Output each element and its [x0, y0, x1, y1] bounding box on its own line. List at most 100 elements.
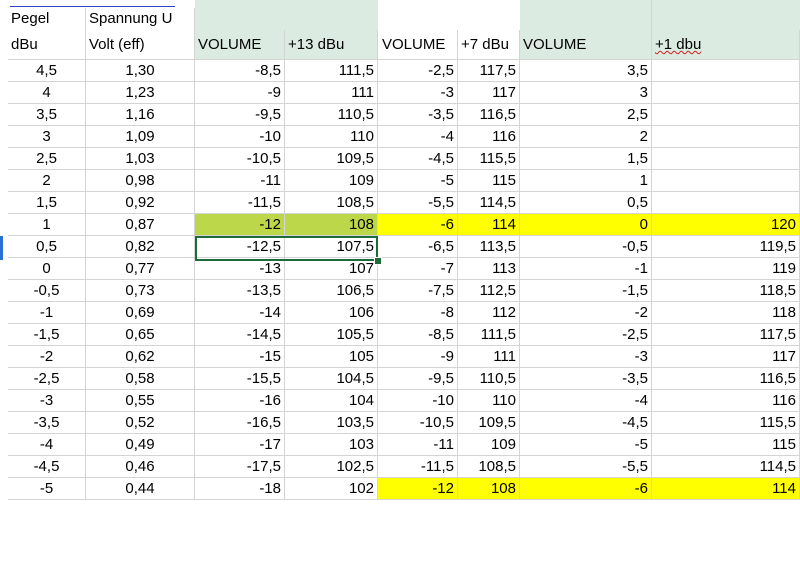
cell-volume-1[interactable]: -2,5 [520, 324, 652, 346]
cell-volume-1[interactable]: -3,5 [520, 368, 652, 390]
cell-plus1[interactable]: 115,5 [652, 412, 800, 434]
cell-spannung[interactable]: 0,92 [86, 192, 195, 214]
cell-volume-1[interactable]: -4,5 [520, 412, 652, 434]
cell-plus13[interactable]: 109 [285, 170, 378, 192]
cell-plus1[interactable]: 118 [652, 302, 800, 324]
cell-pegel[interactable]: 0 [8, 258, 86, 280]
cell-volume-13[interactable]: -18 [195, 478, 285, 500]
cell-volume-13[interactable]: -10,5 [195, 148, 285, 170]
cell-volume-1[interactable]: -5,5 [520, 456, 652, 478]
cell-volume-7[interactable]: -3,5 [378, 104, 458, 126]
cell-plus13[interactable]: 104 [285, 390, 378, 412]
cell-volume-1[interactable]: 3 [520, 82, 652, 104]
cell-plus13[interactable]: 103,5 [285, 412, 378, 434]
cell-plus7[interactable]: 109,5 [458, 412, 520, 434]
cell-plus7[interactable]: 115 [458, 170, 520, 192]
cell-volume-13[interactable]: -12 [195, 214, 285, 236]
cell-volume-1[interactable]: 1,5 [520, 148, 652, 170]
cell-plus1[interactable] [652, 192, 800, 214]
cell-volume-7[interactable]: -9 [378, 346, 458, 368]
cell-volume-13[interactable]: -15,5 [195, 368, 285, 390]
cell-plus13[interactable]: 106,5 [285, 280, 378, 302]
cell-pegel[interactable]: 4,5 [8, 60, 86, 82]
cell-pegel[interactable]: -1 [8, 302, 86, 324]
cell-spannung[interactable]: 1,16 [86, 104, 195, 126]
cell-volume-1[interactable]: 1 [520, 170, 652, 192]
cell-pegel[interactable]: 4 [8, 82, 86, 104]
cell-volume-1[interactable]: 3,5 [520, 60, 652, 82]
cell-pegel[interactable]: -3,5 [8, 412, 86, 434]
cell-volume-7[interactable]: -10,5 [378, 412, 458, 434]
cell-plus7[interactable]: 112,5 [458, 280, 520, 302]
cell-volume-7[interactable]: -8 [378, 302, 458, 324]
cell-volume-1[interactable]: -4 [520, 390, 652, 412]
header-plus13[interactable]: +13 dBu [285, 30, 378, 60]
cell-plus1[interactable]: 116 [652, 390, 800, 412]
cell-plus7[interactable]: 111,5 [458, 324, 520, 346]
cell-plus13[interactable]: 108 [285, 214, 378, 236]
cell-spannung[interactable]: 0,69 [86, 302, 195, 324]
cell-spannung[interactable]: 1,23 [86, 82, 195, 104]
cell-volume-7[interactable]: -9,5 [378, 368, 458, 390]
cell-spannung[interactable]: 0,87 [86, 214, 195, 236]
cell-volume-13[interactable]: -16 [195, 390, 285, 412]
cell-plus1[interactable] [652, 148, 800, 170]
cell-plus1[interactable]: 118,5 [652, 280, 800, 302]
cell-volume-1[interactable]: -0,5 [520, 236, 652, 258]
cell-spannung[interactable]: 0,52 [86, 412, 195, 434]
cell-plus1[interactable]: 117,5 [652, 324, 800, 346]
cell-spannung[interactable]: 0,62 [86, 346, 195, 368]
header-plus1[interactable]: +1 dbu [652, 30, 800, 60]
cell-plus7[interactable]: 111 [458, 346, 520, 368]
cell-volume-7[interactable]: -7,5 [378, 280, 458, 302]
cell-plus13[interactable]: 102,5 [285, 456, 378, 478]
cell-volume-13[interactable]: -11 [195, 170, 285, 192]
cell-volume-7[interactable]: -8,5 [378, 324, 458, 346]
cell-plus13[interactable]: 108,5 [285, 192, 378, 214]
cell-spannung[interactable]: 0,58 [86, 368, 195, 390]
cell-plus1[interactable]: 117 [652, 346, 800, 368]
cell-volume-13[interactable]: -13,5 [195, 280, 285, 302]
cell-plus1[interactable]: 114,5 [652, 456, 800, 478]
cell-volume-7[interactable]: -5 [378, 170, 458, 192]
cell-plus7[interactable]: 113,5 [458, 236, 520, 258]
cell-volume-1[interactable]: -1 [520, 258, 652, 280]
cell-spannung[interactable]: 1,03 [86, 148, 195, 170]
cell-spannung[interactable]: 1,30 [86, 60, 195, 82]
cell-plus1[interactable] [652, 126, 800, 148]
cell-plus7[interactable]: 117 [458, 82, 520, 104]
cell-volume-13[interactable]: -14 [195, 302, 285, 324]
cell-pegel[interactable]: -5 [8, 478, 86, 500]
cell-pegel[interactable]: -4,5 [8, 456, 86, 478]
header-plus7[interactable]: +7 dBu [458, 30, 520, 60]
cell-volume-1[interactable]: -5 [520, 434, 652, 456]
cell-plus13[interactable]: 105 [285, 346, 378, 368]
cell-volume-13[interactable]: -8,5 [195, 60, 285, 82]
cell-volume-7[interactable]: -6 [378, 214, 458, 236]
cell-pegel[interactable]: 0,5 [8, 236, 86, 258]
cell-plus1[interactable]: 120 [652, 214, 800, 236]
cell-pegel[interactable]: 2 [8, 170, 86, 192]
cell-plus13[interactable]: 111 [285, 82, 378, 104]
cell-volume-7[interactable]: -4 [378, 126, 458, 148]
cell-volume-13[interactable]: -17,5 [195, 456, 285, 478]
cell-plus1[interactable]: 119 [652, 258, 800, 280]
cell-plus13[interactable]: 104,5 [285, 368, 378, 390]
cell-plus7[interactable]: 113 [458, 258, 520, 280]
cell-plus7[interactable]: 108 [458, 478, 520, 500]
header-volt[interactable]: Volt (eff) [86, 30, 195, 60]
cell-volume-13[interactable]: -16,5 [195, 412, 285, 434]
cell-volume-1[interactable]: 0 [520, 214, 652, 236]
cell-spannung[interactable]: 0,44 [86, 478, 195, 500]
cell-plus7[interactable]: 115,5 [458, 148, 520, 170]
cell-plus1[interactable]: 116,5 [652, 368, 800, 390]
cell-volume-1[interactable]: -3 [520, 346, 652, 368]
header-dbu[interactable]: dBu [8, 30, 86, 60]
header-pegel[interactable]: Pegel [8, 8, 86, 30]
cell-plus7[interactable]: 114 [458, 214, 520, 236]
cell-plus13[interactable]: 111,5 [285, 60, 378, 82]
cell-plus7[interactable]: 112 [458, 302, 520, 324]
cell-plus7[interactable]: 110,5 [458, 368, 520, 390]
cell-volume-13[interactable]: -12,5 [195, 236, 285, 258]
cell-spannung[interactable]: 0,55 [86, 390, 195, 412]
